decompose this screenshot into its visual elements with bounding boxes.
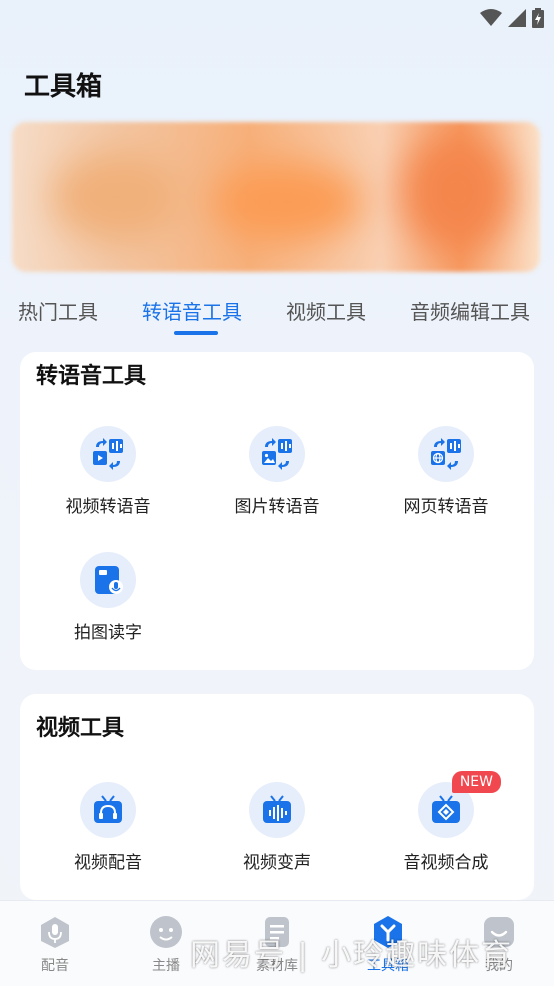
battery-icon: [532, 8, 544, 28]
image-to-speech-icon: [262, 438, 292, 470]
tool-photo-read-text[interactable]: 拍图读字: [23, 552, 193, 643]
tool-label: 视频转语音: [65, 497, 151, 517]
nav-label: 配音: [41, 958, 69, 974]
tab-speech-tools[interactable]: 转语音工具: [142, 296, 242, 325]
web-to-speech-icon: [431, 438, 461, 470]
status-bar: [0, 0, 554, 36]
nav-dubbing[interactable]: 配音: [10, 915, 100, 975]
av-merge-icon: [432, 795, 460, 823]
video-to-speech-icon: [93, 438, 123, 470]
section-title: 视频工具: [36, 716, 125, 741]
tab-hot-tools[interactable]: 热门工具: [18, 296, 98, 325]
video-dubbing-icon: [94, 795, 122, 823]
tool-label: 音视频合成: [403, 853, 489, 873]
tool-web-to-speech[interactable]: 网页转语音: [361, 426, 531, 517]
tool-label: 拍图读字: [74, 623, 142, 643]
category-tabs: 热门工具 转语音工具 视频工具 音频编辑工具: [0, 296, 554, 346]
voice-change-icon: [263, 795, 291, 823]
dubbing-icon: [41, 917, 69, 948]
tool-label: 图片转语音: [234, 497, 320, 517]
tab-audio-edit-tools[interactable]: 音频编辑工具: [410, 296, 530, 325]
promo-banner[interactable]: [12, 122, 540, 272]
anchor-icon: [150, 916, 182, 948]
tool-label: 视频配音: [74, 853, 142, 873]
section-title: 转语音工具: [36, 364, 147, 389]
speech-tools-card: 转语音工具 视频转语音 图片转语音 网页转语音 拍图读字: [20, 352, 534, 670]
page-title: 工具箱: [24, 72, 103, 102]
wifi-icon: [480, 9, 502, 26]
photo-read-text-icon: [95, 566, 123, 594]
tab-indicator: [174, 331, 218, 335]
signal-icon: [508, 9, 526, 27]
video-tools-card: 视频工具 视频配音 视频变声 NEW 音视频合成: [20, 694, 534, 900]
tool-video-to-speech[interactable]: 视频转语音: [23, 426, 193, 517]
tool-video-dubbing[interactable]: 视频配音: [23, 782, 193, 873]
tool-label: 视频变声: [243, 853, 311, 873]
tool-image-to-speech[interactable]: 图片转语音: [192, 426, 362, 517]
tool-av-merge[interactable]: NEW 音视频合成: [361, 771, 531, 873]
new-badge: NEW: [451, 771, 501, 793]
tool-voice-change[interactable]: 视频变声: [192, 782, 362, 873]
tab-video-tools[interactable]: 视频工具: [286, 296, 366, 325]
tool-label: 网页转语音: [403, 497, 489, 517]
watermark: 网易号 | 小玲趣味体育: [190, 938, 514, 973]
